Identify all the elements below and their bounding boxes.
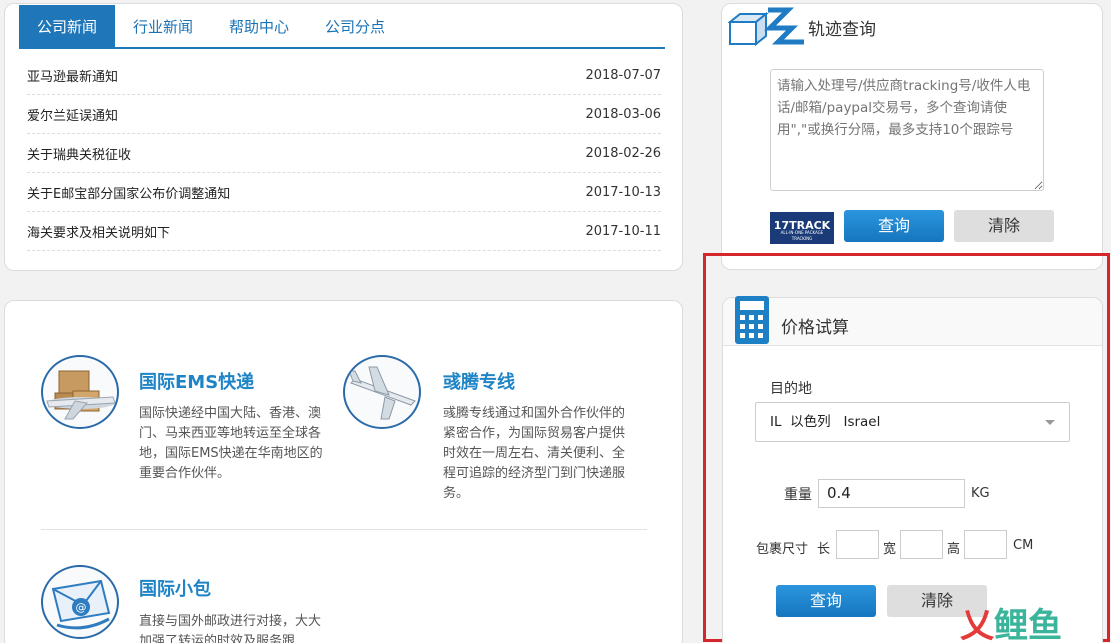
- weight-unit: KG: [971, 486, 990, 501]
- tab-industry-news[interactable]: 行业新闻: [115, 5, 211, 47]
- width-input[interactable]: [900, 530, 943, 559]
- news-title[interactable]: 爱尔兰延误通知: [27, 105, 118, 124]
- price-calculator-panel: 价格试算 目的地 IL 以色列 Israel 重量 0.4 KG 包裹尺寸 长 …: [722, 296, 1103, 643]
- size-unit: CM: [1013, 538, 1034, 553]
- tracking-title: 轨迹查询: [808, 20, 876, 40]
- length-label: 长: [817, 542, 831, 557]
- weight-input[interactable]: 0.4: [818, 479, 965, 508]
- news-tabs: 公司新闻 行业新闻 帮助中心 公司分点: [19, 5, 665, 49]
- news-date: 2018-02-26: [585, 145, 661, 161]
- tab-help-center[interactable]: 帮助中心: [211, 5, 307, 47]
- news-item[interactable]: 亚马逊最新通知 2018-07-07: [27, 56, 661, 95]
- envelope-at-icon[interactable]: @: [41, 565, 119, 639]
- services-panel: 国际EMS快递 国际快递经中国大陆、香港、澳门、马来西亚等地转运至全球各地，国际…: [4, 300, 683, 643]
- news-title[interactable]: 海关要求及相关说明如下: [27, 222, 170, 241]
- service-title[interactable]: 国际EMS快递: [139, 368, 254, 394]
- news-title[interactable]: 关于E邮宝部分国家公布价调整通知: [27, 183, 230, 202]
- price-query-button[interactable]: 查询: [776, 585, 876, 617]
- destination-value: IL 以色列 Israel: [770, 414, 881, 430]
- airplane-boxes-icon[interactable]: [41, 355, 119, 429]
- service-title[interactable]: 国际小包: [139, 575, 211, 601]
- height-label: 高: [947, 542, 961, 557]
- price-header: 价格试算: [723, 296, 1102, 346]
- weight-label: 重量: [784, 487, 812, 503]
- calculator-icon: [735, 296, 769, 344]
- destination-select[interactable]: IL 以色列 Israel: [755, 402, 1070, 442]
- tab-company-branches[interactable]: 公司分点: [307, 5, 403, 47]
- news-date: 2017-10-11: [585, 223, 661, 239]
- services-divider: [41, 529, 647, 530]
- news-date: 2018-03-06: [585, 106, 661, 122]
- airplane-icon[interactable]: [343, 355, 421, 429]
- service-description: 直接与国外邮政进行对接，大大加强了转运的时效及服务跟: [139, 614, 322, 643]
- news-date: 2018-07-07: [585, 67, 661, 83]
- destination-label: 目的地: [770, 381, 812, 397]
- tracking-panel: 轨迹查询 17TRACKALL-IN-ONE PACKAGE TRACKING …: [721, 3, 1103, 270]
- news-title[interactable]: 亚马逊最新通知: [27, 66, 118, 85]
- news-date: 2017-10-13: [585, 184, 661, 200]
- news-item[interactable]: 爱尔兰延误通知 2018-03-06: [27, 95, 661, 134]
- tracking-header: 轨迹查询: [722, 4, 1102, 48]
- track-query-button[interactable]: 查询: [844, 210, 944, 242]
- service-title[interactable]: 彧腾专线: [443, 368, 515, 394]
- news-panel: 公司新闻 行业新闻 帮助中心 公司分点 亚马逊最新通知 2018-07-07 爱尔…: [4, 3, 683, 271]
- height-input[interactable]: [964, 530, 1007, 559]
- news-title[interactable]: 关于瑞典关税征收: [27, 144, 131, 163]
- price-title: 价格试算: [781, 318, 849, 338]
- size-label: 包裹尺寸: [756, 542, 809, 557]
- news-item[interactable]: 关于E邮宝部分国家公布价调整通知 2017-10-13: [27, 173, 661, 212]
- 17track-logo[interactable]: 17TRACK ALL-IN-ONE PACKAGE TRACKING: [770, 212, 834, 244]
- watermark-logo: 乂鲤鱼: [960, 606, 1062, 643]
- service-description: 国际快递经中国大陆、香港、澳门、马来西亚等地转运至全球各地，国际EMS快递在华南…: [139, 406, 323, 481]
- tab-company-news[interactable]: 公司新闻: [19, 5, 116, 47]
- tracking-truck-icon: [727, 6, 806, 50]
- width-label: 宽: [883, 542, 897, 557]
- news-list: 亚马逊最新通知 2018-07-07 爱尔兰延误通知 2018-03-06 关于瑞典…: [27, 56, 661, 251]
- news-item[interactable]: 海关要求及相关说明如下 2017-10-11: [27, 212, 661, 251]
- track-clear-button[interactable]: 清除: [954, 210, 1054, 242]
- tracking-number-input[interactable]: [770, 69, 1044, 191]
- length-input[interactable]: [836, 530, 879, 559]
- caret-down-icon: [1045, 420, 1055, 425]
- news-item[interactable]: 关于瑞典关税征收 2018-02-26: [27, 134, 661, 173]
- svg-text:@: @: [76, 601, 87, 614]
- service-description: 彧腾专线通过和国外合作伙伴的紧密合作，为国际贸易客户提供时效在一周左右、清关便利…: [443, 406, 626, 501]
